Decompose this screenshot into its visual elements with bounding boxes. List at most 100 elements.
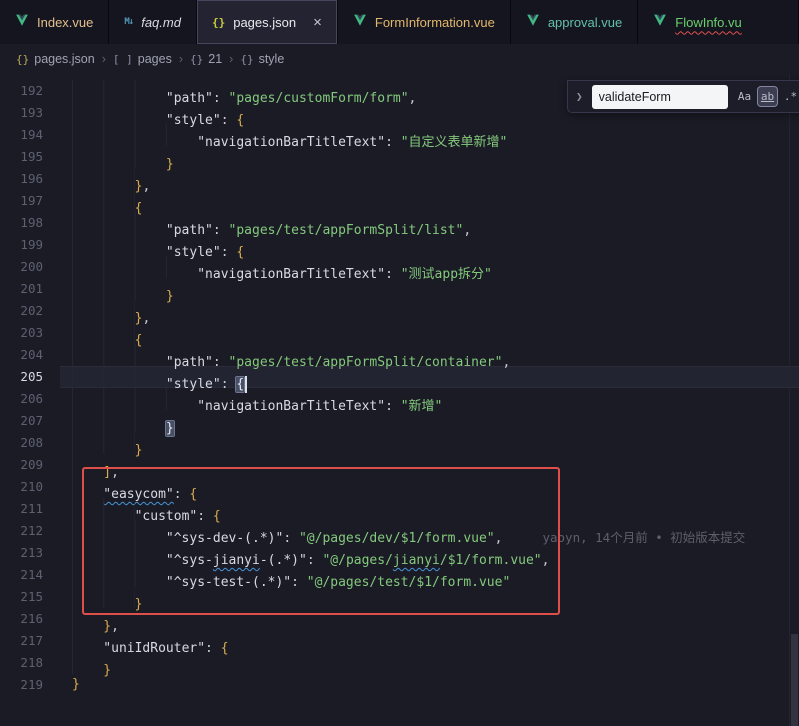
line-number[interactable]: 205 bbox=[0, 366, 60, 388]
code-token bbox=[72, 542, 166, 564]
code-token bbox=[72, 102, 166, 124]
code-line-content[interactable]: "^sys-dev-(.*)": "@/pages/dev/$1/form.vu… bbox=[60, 520, 799, 542]
breadcrumb-separator: › bbox=[102, 52, 106, 66]
tab-index-vue[interactable]: Index.vue bbox=[0, 0, 109, 44]
line-number[interactable]: 192 bbox=[0, 80, 60, 102]
line-number[interactable]: 218 bbox=[0, 652, 60, 674]
code-line-content[interactable]: } bbox=[60, 652, 799, 674]
line-number[interactable]: 212 bbox=[0, 520, 60, 542]
line-number[interactable]: 196 bbox=[0, 168, 60, 190]
code-line-content[interactable]: ], bbox=[60, 454, 799, 476]
breadcrumb-item-style[interactable]: {}style bbox=[240, 52, 284, 66]
line-number[interactable]: 207 bbox=[0, 410, 60, 432]
code-line: 200"navigationBarTitleText": "测试app拆分" bbox=[0, 256, 799, 278]
code-line-content[interactable]: { bbox=[60, 322, 799, 344]
tab-forminformation-vue[interactable]: FormInformation.vue bbox=[338, 0, 511, 44]
code-token bbox=[72, 212, 166, 234]
code-line: 205"style": { bbox=[0, 366, 799, 388]
markdown-icon: M↓ bbox=[124, 17, 133, 27]
code-line: 201} bbox=[0, 278, 799, 300]
line-number[interactable]: 210 bbox=[0, 476, 60, 498]
code-line-content[interactable]: } bbox=[60, 674, 799, 696]
code-token bbox=[72, 608, 103, 630]
regex-toggle[interactable]: .* bbox=[781, 87, 799, 106]
code-line: 219} bbox=[0, 674, 799, 696]
line-number[interactable]: 204 bbox=[0, 344, 60, 366]
line-number[interactable]: 193 bbox=[0, 102, 60, 124]
tab-pages-json[interactable]: {}pages.json× bbox=[197, 0, 338, 44]
line-number[interactable]: 211 bbox=[0, 498, 60, 520]
find-input[interactable] bbox=[599, 90, 721, 104]
code-line-content[interactable]: "navigationBarTitleText": "自定义表单新增" bbox=[60, 124, 799, 146]
code-line-content[interactable]: } bbox=[60, 278, 799, 300]
breadcrumb-label: pages.json bbox=[34, 52, 94, 66]
code-line: 203{ bbox=[0, 322, 799, 344]
line-number[interactable]: 213 bbox=[0, 542, 60, 564]
line-number[interactable]: 200 bbox=[0, 256, 60, 278]
code-line-content[interactable]: "^sys-test-(.*)": "@/pages/test/$1/form.… bbox=[60, 564, 799, 586]
breadcrumb-item-21[interactable]: {}21 bbox=[190, 52, 222, 66]
vue-icon bbox=[15, 14, 29, 30]
whole-word-toggle[interactable]: ab bbox=[758, 87, 777, 106]
code-line-content[interactable]: { bbox=[60, 190, 799, 212]
chevron-right-icon[interactable]: ❯ bbox=[574, 90, 585, 103]
line-number[interactable]: 217 bbox=[0, 630, 60, 652]
line-number[interactable]: 199 bbox=[0, 234, 60, 256]
code-line-content[interactable]: "^sys-jianyi-(.*)": "@/pages/jianyi/$1/f… bbox=[60, 542, 799, 564]
breadcrumb-label: style bbox=[259, 52, 285, 66]
line-number[interactable]: 194 bbox=[0, 124, 60, 146]
code-token bbox=[72, 278, 166, 300]
tab-faq-md[interactable]: M↓faq.md bbox=[109, 0, 197, 44]
breadcrumb-item-pages-json[interactable]: {}pages.json bbox=[16, 52, 95, 66]
line-number[interactable]: 203 bbox=[0, 322, 60, 344]
find-widget: ❯ Aaab.* bbox=[567, 80, 799, 113]
code-line-content[interactable]: } bbox=[60, 432, 799, 454]
line-number[interactable]: 209 bbox=[0, 454, 60, 476]
code-line-content[interactable]: "navigationBarTitleText": "新增" bbox=[60, 388, 799, 410]
close-icon[interactable]: × bbox=[313, 15, 322, 30]
line-number[interactable]: 208 bbox=[0, 432, 60, 454]
line-number[interactable]: 195 bbox=[0, 146, 60, 168]
code-line-content[interactable]: "path": "pages/test/appFormSplit/contain… bbox=[60, 344, 799, 366]
code-line-content[interactable]: } bbox=[60, 146, 799, 168]
line-number[interactable]: 219 bbox=[0, 674, 60, 696]
line-number[interactable]: 202 bbox=[0, 300, 60, 322]
code-line: 207} bbox=[0, 410, 799, 432]
line-number[interactable]: 197 bbox=[0, 190, 60, 212]
tab-flowinfo-vu[interactable]: FlowInfo.vu bbox=[638, 0, 799, 44]
scrollbar-thumb[interactable] bbox=[791, 634, 798, 726]
vue-icon bbox=[353, 14, 367, 30]
scrollbar[interactable] bbox=[789, 74, 799, 726]
line-number[interactable]: 215 bbox=[0, 586, 60, 608]
code-token bbox=[72, 124, 197, 146]
tab-approval-vue[interactable]: approval.vue bbox=[511, 0, 638, 44]
code-line-content[interactable]: "style": { bbox=[60, 234, 799, 256]
line-number[interactable]: 216 bbox=[0, 608, 60, 630]
code-line-content[interactable]: "custom": { bbox=[60, 498, 799, 520]
code-line-content[interactable]: }, bbox=[60, 168, 799, 190]
code-line: 197{ bbox=[0, 190, 799, 212]
match-case-toggle[interactable]: Aa bbox=[735, 87, 754, 106]
code-line-content[interactable]: "uniIdRouter": { bbox=[60, 630, 799, 652]
code-line-content[interactable]: "style": { bbox=[60, 366, 799, 388]
code-line-content[interactable]: }, bbox=[60, 608, 799, 630]
symbol-object-icon: {} bbox=[190, 53, 203, 66]
code-line-content[interactable]: } bbox=[60, 586, 799, 608]
code-line-content[interactable]: } bbox=[60, 410, 799, 432]
line-number[interactable]: 214 bbox=[0, 564, 60, 586]
code-line-content[interactable]: }, bbox=[60, 300, 799, 322]
tab-label: Index.vue bbox=[37, 15, 93, 30]
line-number[interactable]: 206 bbox=[0, 388, 60, 410]
code-line-content[interactable]: "easycom": { bbox=[60, 476, 799, 498]
code-line: 214"^sys-test-(.*)": "@/pages/test/$1/fo… bbox=[0, 564, 799, 586]
code-token bbox=[72, 344, 166, 366]
code-line-content[interactable]: "navigationBarTitleText": "测试app拆分" bbox=[60, 256, 799, 278]
line-number[interactable]: 198 bbox=[0, 212, 60, 234]
tab-label: approval.vue bbox=[548, 15, 622, 30]
code-line-content[interactable]: "path": "pages/test/appFormSplit/list", bbox=[60, 212, 799, 234]
code-line: 209], bbox=[0, 454, 799, 476]
breadcrumb-item-pages[interactable]: [ ]pages bbox=[113, 52, 172, 66]
code-token bbox=[72, 322, 135, 344]
line-number[interactable]: 201 bbox=[0, 278, 60, 300]
code-line: 218} bbox=[0, 652, 799, 674]
